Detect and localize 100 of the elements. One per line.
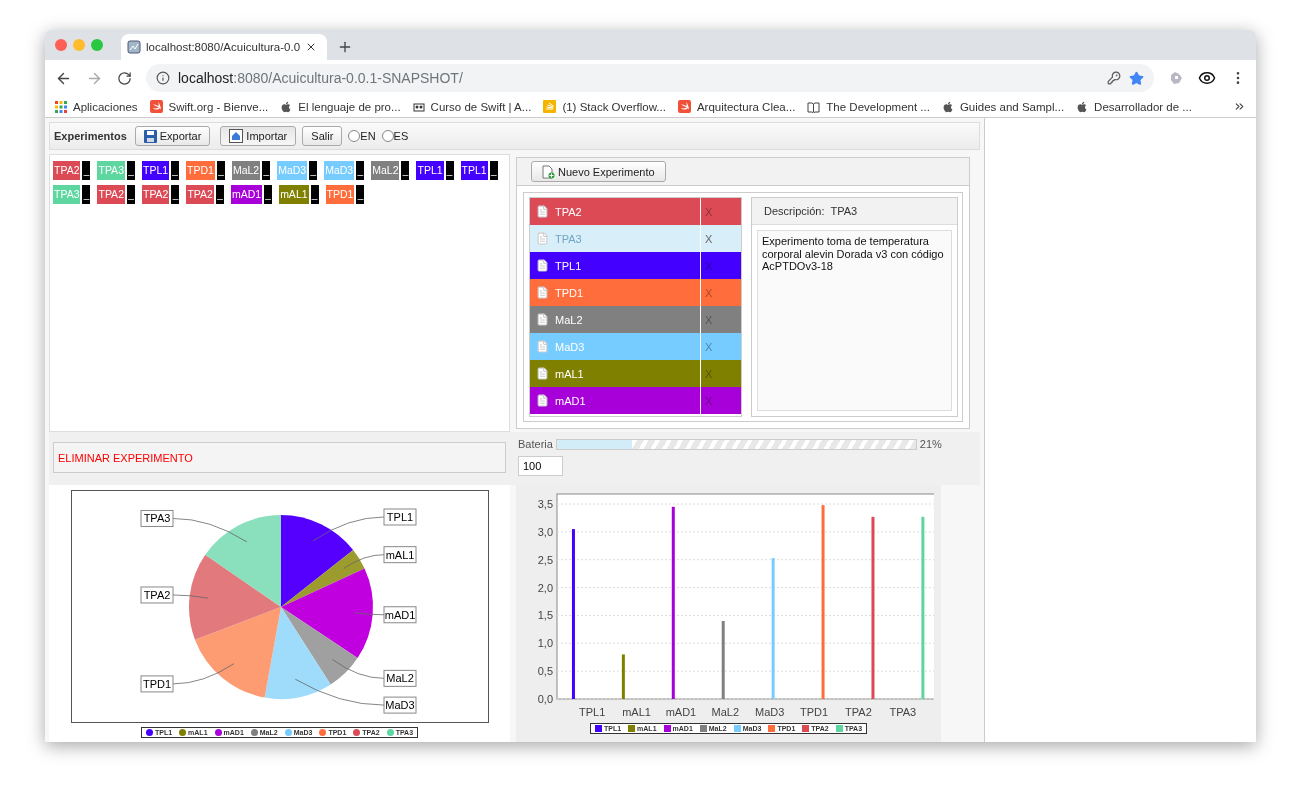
slice-label: TPL1	[383, 508, 416, 526]
experiment-row[interactable]: TPA3 X	[530, 225, 741, 252]
file-icon	[536, 259, 549, 272]
category-label: TPL1	[578, 706, 605, 718]
experiment-tag[interactable]: MaL2	[231, 161, 261, 180]
experiment-tag[interactable]: TPL1	[141, 161, 170, 180]
toolbar-button[interactable]: Importar	[220, 126, 297, 146]
tag-separator: _	[82, 161, 91, 180]
experiment-name: TPA3	[555, 232, 582, 245]
language-radio[interactable]: EN	[348, 130, 376, 142]
axis-tick-label: 1,0	[537, 637, 553, 650]
delete-experiment-button[interactable]: ELIMINAR EXPERIMENTO	[53, 442, 506, 473]
bookmark[interactable]: Guides and Sampl...	[941, 100, 1065, 113]
tag-separator: _	[171, 185, 180, 204]
leader-line	[172, 594, 208, 599]
browser-tab[interactable]: localhost:8080/Acuicultura-0.0	[121, 34, 327, 60]
new-tab-icon[interactable]	[337, 39, 353, 55]
experiment-tag[interactable]: TPL1	[460, 161, 488, 180]
apps-grid-icon	[55, 100, 67, 113]
new-experiment-button[interactable]: Nuevo Experimento	[531, 161, 666, 182]
experiment-row[interactable]: TPD1 X	[530, 279, 741, 306]
tag-separator: _	[215, 185, 224, 204]
bookmark[interactable]: Swift.org - Bienve...	[149, 100, 269, 113]
tag-separator: _	[171, 161, 180, 180]
file-icon	[536, 367, 549, 380]
experiment-tag[interactable]: TPA2	[141, 185, 170, 204]
experiment-tag[interactable]: MaL2	[371, 161, 400, 180]
language-radio[interactable]: ES	[381, 130, 409, 142]
apple-icon	[280, 100, 293, 113]
tag-separator: _	[356, 185, 365, 204]
experiment-name: TPA2	[555, 205, 582, 218]
description-title: TPA3	[830, 205, 858, 217]
experiment-tag[interactable]: TPA2	[97, 185, 125, 204]
leader-line	[342, 554, 384, 569]
experiment-tag[interactable]: TPD1	[186, 161, 215, 180]
tag-separator: _	[401, 161, 410, 180]
reload-icon[interactable]	[117, 70, 132, 86]
category-label: TPD1	[799, 706, 828, 718]
axis-tick-label: 1,5	[537, 609, 553, 622]
bookmark[interactable]: Aplicaciones	[55, 100, 138, 113]
delete-mark[interactable]: X	[705, 232, 713, 245]
tag-separator: _	[356, 161, 365, 180]
axis-tick-label: 0,0	[537, 693, 553, 705]
address-bar[interactable]: localhost:8080/Acuicultura-0.0.1-SNAPSHOT/	[146, 64, 1154, 92]
house-icon	[229, 129, 244, 143]
eye-icon[interactable]	[1198, 69, 1216, 87]
bookmark[interactable]: Desarrollador de ...	[1076, 100, 1192, 113]
tag-separator: _	[489, 161, 498, 180]
experiment-name: MaD3	[555, 340, 585, 353]
leader-line	[353, 612, 384, 616]
number-field[interactable]: 100	[518, 456, 563, 476]
description-field[interactable]: Experimento toma de temperatura corporal alevin Dorada v3 con código AcPTDOv3-18	[757, 230, 952, 411]
experiment-tag[interactable]: TPA2	[186, 185, 214, 204]
experiment-row[interactable]: TPL1 X	[530, 252, 741, 279]
slice-label: MaL2	[383, 669, 416, 687]
file-icon	[536, 394, 549, 407]
category-label: TPA2	[844, 706, 872, 718]
tag-separator: _	[309, 161, 318, 180]
experiment-tag[interactable]: TPA2	[53, 161, 81, 180]
file-icon	[536, 205, 549, 218]
battery-reading: 21%	[919, 438, 942, 450]
slice-label: mAD1	[383, 606, 416, 624]
axis-tick-label: 3,5	[537, 498, 553, 511]
tag-separator: _	[126, 161, 135, 180]
toolbar-button[interactable]: Salir	[302, 126, 343, 146]
file-icon	[536, 313, 549, 326]
abacus-icon	[412, 100, 425, 113]
bookmark[interactable]: (1) Stack Overflow...	[543, 100, 666, 113]
experiment-name: TPD1	[555, 286, 584, 299]
tag-separator: _	[82, 185, 91, 204]
bookmark[interactable]: Curso de Swift | A...	[412, 100, 532, 113]
bookmark[interactable]: El lenguaje de pro...	[280, 100, 401, 113]
leader-line	[312, 516, 384, 542]
experiment-tag[interactable]: TPL1	[416, 161, 444, 180]
experiment-name: MaL2	[555, 313, 583, 326]
new-file-icon	[542, 164, 555, 179]
axis-tick-label: 2,0	[537, 581, 553, 594]
axis-tick-label: 2,5	[537, 553, 553, 566]
book-icon	[807, 100, 821, 113]
experiment-tag[interactable]: mAD1	[230, 185, 263, 204]
apple-icon	[1076, 100, 1089, 113]
experiment-tag[interactable]: TPD1	[325, 185, 355, 204]
toolbar-button[interactable]: Exportar	[134, 126, 211, 146]
experiment-row[interactable]: mAD1 X	[530, 387, 741, 414]
info-icon	[156, 71, 170, 85]
experiment-tag[interactable]: mAL1	[279, 185, 309, 204]
battery-label: Bateria	[518, 438, 553, 450]
axis-tick-label: 0,5	[537, 665, 553, 678]
category-label: TPA3	[888, 706, 916, 718]
category-label: MaD3	[754, 706, 784, 718]
bookmark[interactable]: Arquitectura Clea...	[677, 100, 796, 113]
key-icon[interactable]	[1107, 71, 1121, 85]
tag-separator: _	[216, 161, 225, 180]
star-icon[interactable]	[1129, 70, 1144, 86]
file-icon	[536, 232, 549, 245]
more-bookmarks-icon[interactable]	[1233, 100, 1246, 113]
bookmark[interactable]: The Development ...	[807, 100, 930, 113]
experiment-row[interactable]: TPA2 X	[530, 198, 741, 225]
tag-separator: _	[445, 161, 454, 180]
experiment-name: TPL1	[555, 259, 582, 272]
